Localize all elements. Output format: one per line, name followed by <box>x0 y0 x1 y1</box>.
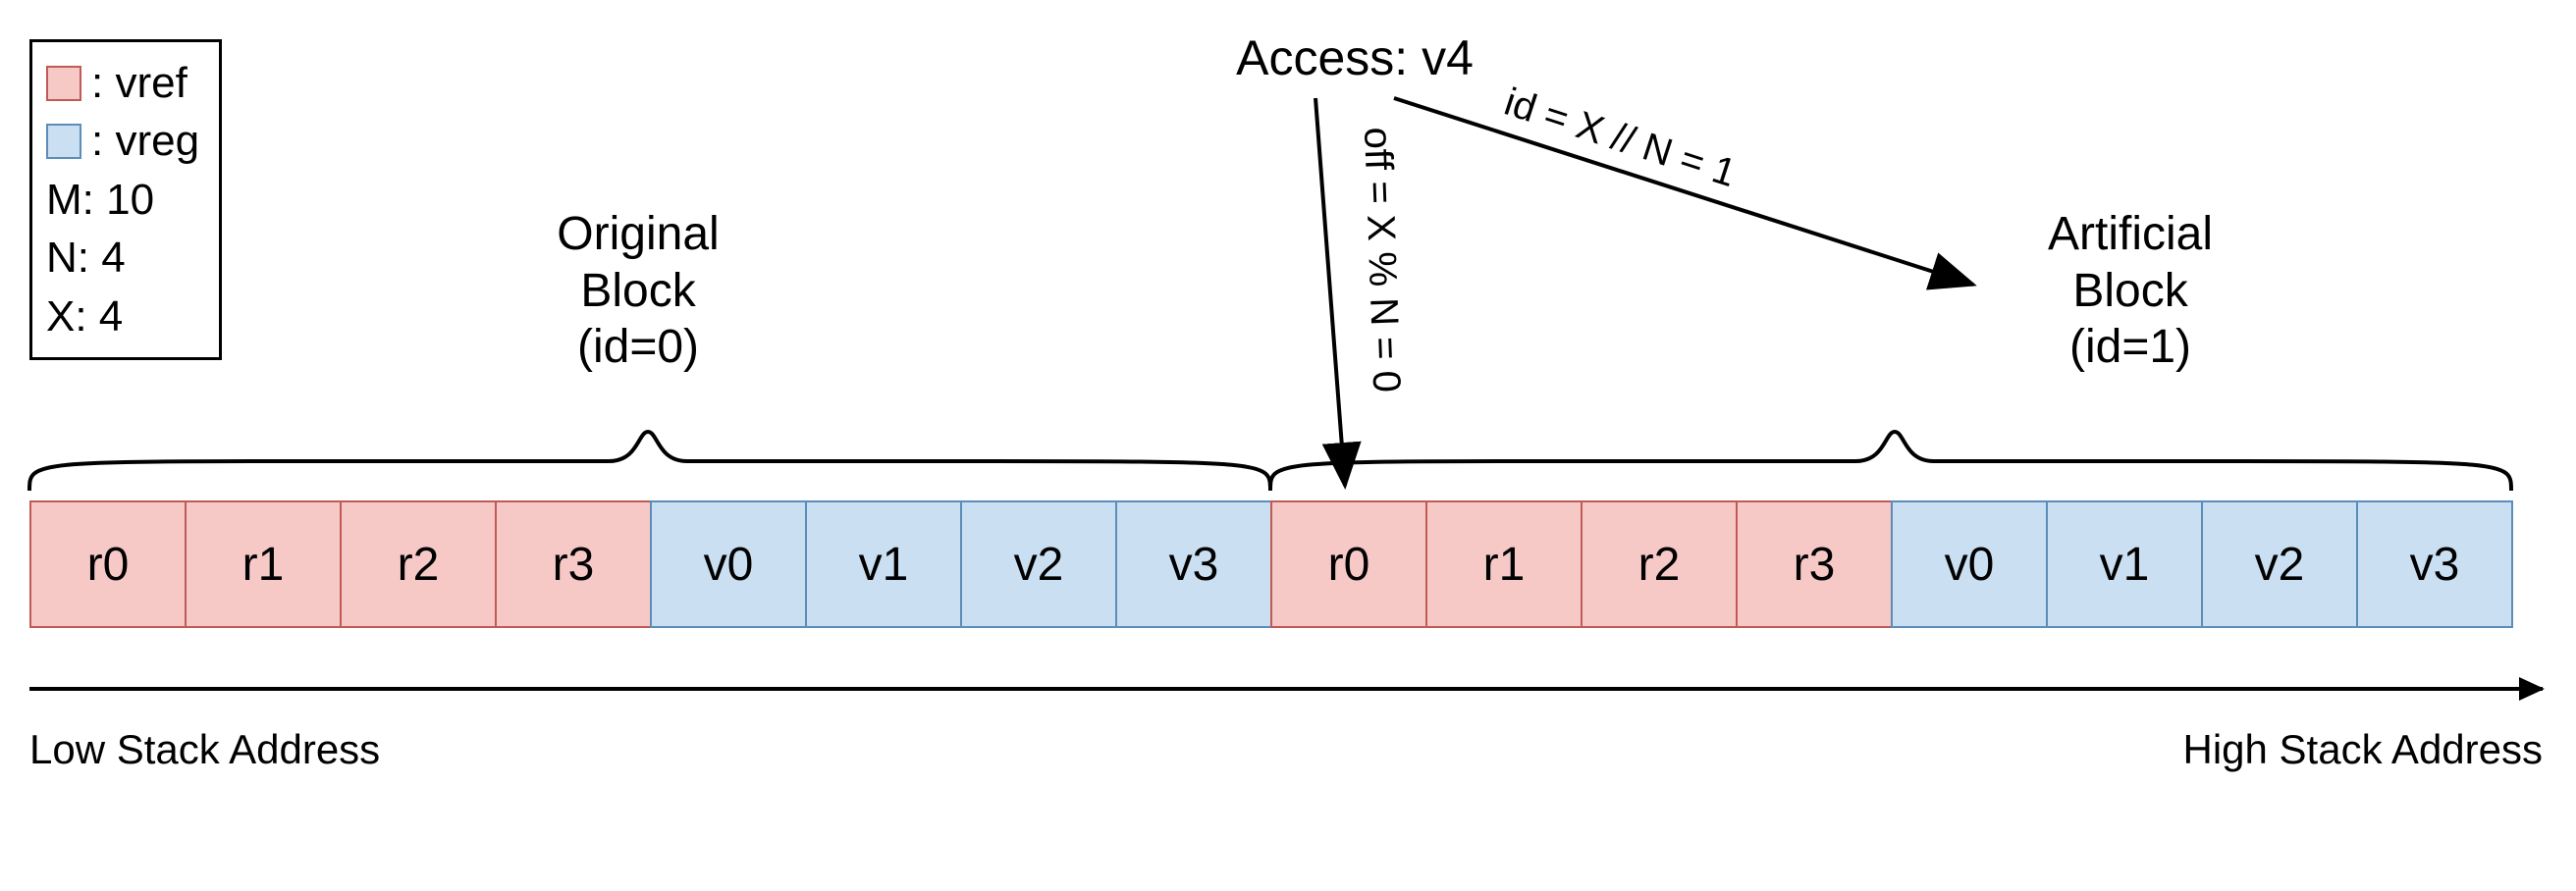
memory-cell-14: v2 <box>2201 500 2358 628</box>
vreg-swatch <box>46 124 81 159</box>
memory-cells-row: r0r1r2r3v0v1v2v3r0r1r2r3v0v1v2v3 <box>29 500 2513 628</box>
legend-vreg-row: : vreg <box>46 112 199 170</box>
axis-high-label: High Stack Address <box>2182 726 2543 773</box>
formula-off-text: off = X % N = 0 <box>1356 127 1408 393</box>
memory-cell-11: r3 <box>1736 500 1893 628</box>
axis-arrow-icon <box>2519 677 2545 701</box>
artificial-line3: (id=1) <box>2003 319 2258 376</box>
original-line3: (id=0) <box>510 319 766 376</box>
memory-cell-12: v0 <box>1891 500 2048 628</box>
artificial-line1: Artificial <box>2003 206 2258 263</box>
original-line1: Original <box>510 206 766 263</box>
memory-cell-4: v0 <box>650 500 807 628</box>
memory-cell-2: r2 <box>340 500 497 628</box>
memory-cell-8: r0 <box>1270 500 1427 628</box>
access-label: Access: v4 <box>1178 29 1531 86</box>
memory-cell-13: v1 <box>2046 500 2203 628</box>
arrow-off <box>1315 98 1345 486</box>
legend-box: : vref : vreg M: 10 N: 4 X: 4 <box>29 39 222 360</box>
memory-cell-10: r2 <box>1581 500 1738 628</box>
legend-vref-label: : vref <box>91 54 188 112</box>
legend-x: X: 4 <box>46 288 199 345</box>
arrow-id <box>1394 98 1973 285</box>
memory-cell-9: r1 <box>1425 500 1583 628</box>
memory-cell-15: v3 <box>2356 500 2513 628</box>
legend-vref-row: : vref <box>46 54 199 112</box>
memory-cell-7: v3 <box>1115 500 1272 628</box>
legend-m: M: 10 <box>46 171 199 229</box>
axis-line <box>29 687 2543 691</box>
brace-original <box>29 432 1270 491</box>
axis-low-label: Low Stack Address <box>29 726 380 773</box>
legend-vreg-label: : vreg <box>91 112 199 170</box>
memory-cell-3: r3 <box>495 500 652 628</box>
original-block-label: Original Block (id=0) <box>510 206 766 376</box>
artificial-line2: Block <box>2003 263 2258 320</box>
formula-id-text: id = X // N = 1 <box>1499 80 1741 195</box>
address-axis <box>29 667 2543 726</box>
vref-swatch <box>46 66 81 101</box>
memory-cell-0: r0 <box>29 500 187 628</box>
memory-cell-5: v1 <box>805 500 962 628</box>
legend-n: N: 4 <box>46 229 199 287</box>
original-line2: Block <box>510 263 766 320</box>
memory-cell-1: r1 <box>185 500 342 628</box>
memory-cell-6: v2 <box>960 500 1117 628</box>
artificial-block-label: Artificial Block (id=1) <box>2003 206 2258 376</box>
brace-artificial <box>1270 432 2511 491</box>
